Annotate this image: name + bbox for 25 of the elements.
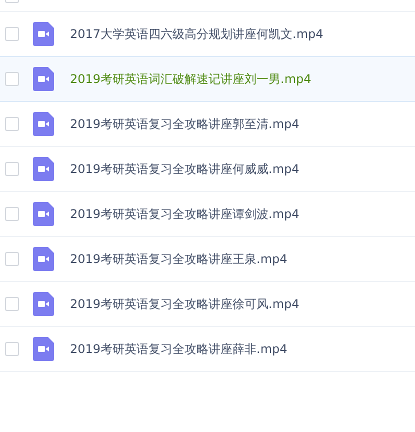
checkbox[interactable] xyxy=(5,207,19,221)
video-file-icon xyxy=(33,202,54,226)
checkbox[interactable] xyxy=(5,72,19,86)
video-file-icon xyxy=(33,247,54,271)
file-name: 2019考研英语复习全攻略讲座薛非.mp4 xyxy=(70,340,288,358)
file-name: 2019考研英语复习全攻略讲座谭剑波.mp4 xyxy=(70,206,300,222)
file-name: 2017大学英语四六级高分规划讲座何凯文.mp4 xyxy=(70,26,324,42)
checkbox[interactable] xyxy=(5,342,19,356)
file-name: 2019考研英语复习全攻略讲座徐可风.mp4 xyxy=(70,296,300,312)
checkbox[interactable] xyxy=(5,117,19,131)
checkbox[interactable] xyxy=(5,252,19,266)
video-file-icon xyxy=(33,67,54,91)
video-file-icon xyxy=(33,22,54,46)
file-name: 2019考研英语复习全攻略讲座郭至清.mp4 xyxy=(70,116,300,132)
file-row[interactable]: 2019考研英语词汇破解速记讲座刘一男.mp4 xyxy=(0,56,415,102)
file-name: 2019考研英语复习全攻略讲座何威威.mp4 xyxy=(70,160,300,178)
checkbox[interactable] xyxy=(5,297,19,311)
video-file-icon xyxy=(33,157,54,181)
checkbox[interactable] xyxy=(5,27,19,41)
video-file-icon xyxy=(33,292,54,316)
checkbox[interactable] xyxy=(5,162,19,176)
video-file-icon xyxy=(33,337,54,361)
file-name: 2019考研英语复习全攻略讲座王泉.mp4 xyxy=(70,250,288,268)
video-file-icon xyxy=(33,112,54,136)
file-name: 2019考研英语词汇破解速记讲座刘一男.mp4 xyxy=(70,70,312,88)
